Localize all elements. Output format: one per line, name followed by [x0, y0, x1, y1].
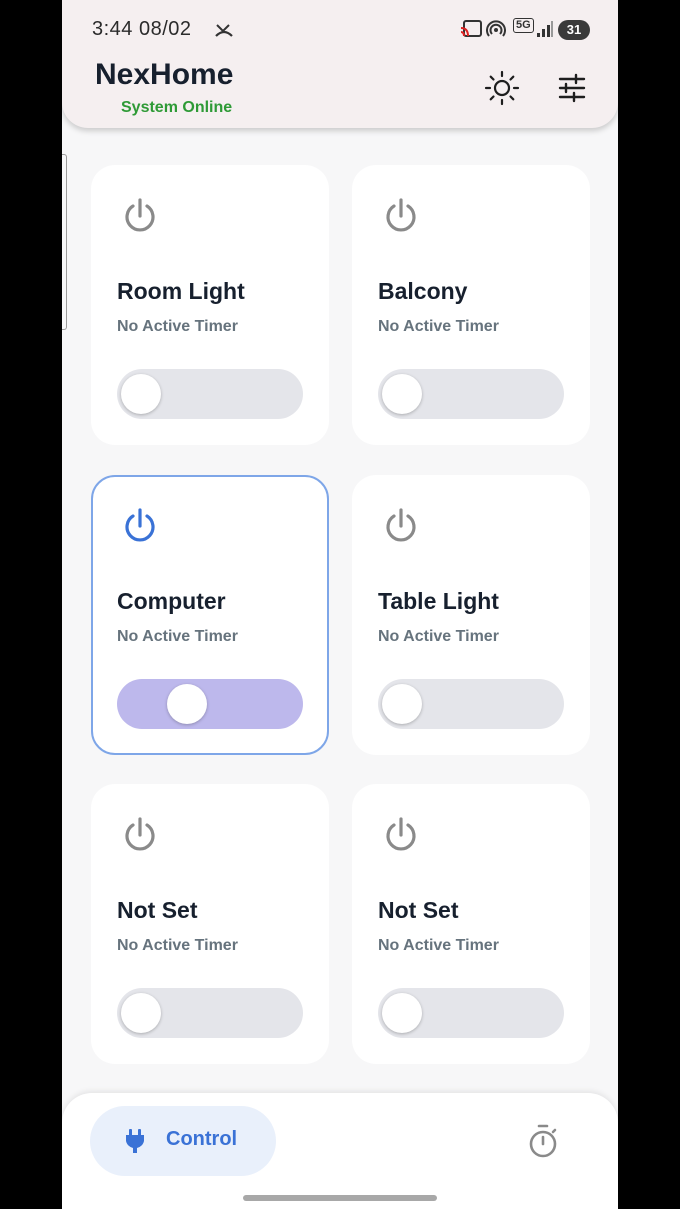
- device-power-toggle[interactable]: [117, 679, 303, 729]
- device-timer-status: No Active Timer: [117, 937, 238, 954]
- power-icon[interactable]: [382, 197, 420, 235]
- power-icon[interactable]: [121, 816, 159, 854]
- network-type: 5G: [513, 18, 534, 33]
- device-power-toggle[interactable]: [378, 369, 564, 419]
- device-name: Not Set: [117, 897, 198, 923]
- device-name: Room Light: [117, 278, 245, 304]
- device-timer-status: No Active Timer: [378, 937, 499, 954]
- nav-tab-control[interactable]: Control: [90, 1106, 276, 1176]
- status-time: 3:44 08/02: [92, 18, 192, 41]
- device-card: Computer No Active Timer: [91, 475, 329, 755]
- missed-call-icon: [215, 24, 233, 37]
- device-name: Balcony: [378, 278, 468, 304]
- edge-handle[interactable]: [62, 154, 67, 330]
- power-icon[interactable]: [121, 197, 159, 235]
- power-icon[interactable]: [121, 507, 159, 545]
- toggle-knob[interactable]: [121, 374, 161, 414]
- toggle-knob[interactable]: [382, 684, 422, 724]
- status-date: 08/02: [139, 18, 192, 40]
- stopwatch-icon[interactable]: [527, 1124, 559, 1160]
- device-name: Not Set: [378, 897, 459, 923]
- toggle-knob[interactable]: [121, 993, 161, 1033]
- device-timer-status: No Active Timer: [117, 318, 238, 335]
- battery-indicator: 31: [558, 20, 590, 40]
- theme-toggle-sun-icon[interactable]: [484, 70, 520, 106]
- phone-screen: 3:44 08/02 5G 31 NexHome System Online R…: [62, 0, 618, 1209]
- nav-tab-control-label: Control: [166, 1128, 238, 1150]
- device-timer-status: No Active Timer: [378, 628, 499, 645]
- device-timer-status: No Active Timer: [117, 628, 238, 645]
- device-card: Not Set No Active Timer: [352, 784, 590, 1064]
- device-power-toggle[interactable]: [378, 679, 564, 729]
- device-card: Room Light No Active Timer: [91, 165, 329, 445]
- device-card: Balcony No Active Timer: [352, 165, 590, 445]
- device-power-toggle[interactable]: [378, 988, 564, 1038]
- bottom-navigation: Control: [62, 1093, 618, 1209]
- toggle-knob[interactable]: [167, 684, 207, 724]
- app-title: NexHome: [95, 58, 234, 91]
- hotspot-icon: [486, 20, 506, 37]
- device-card: Not Set No Active Timer: [91, 784, 329, 1064]
- power-icon[interactable]: [382, 507, 420, 545]
- device-power-toggle[interactable]: [117, 988, 303, 1038]
- device-name: Table Light: [378, 588, 499, 614]
- device-timer-status: No Active Timer: [378, 318, 499, 335]
- signal-icon: [537, 21, 553, 37]
- device-power-toggle[interactable]: [117, 369, 303, 419]
- cast-icon: [460, 20, 482, 37]
- home-indicator[interactable]: [243, 1195, 437, 1201]
- power-icon[interactable]: [382, 816, 420, 854]
- settings-sliders-icon[interactable]: [554, 70, 590, 106]
- toggle-knob[interactable]: [382, 993, 422, 1033]
- system-status: System Online: [121, 99, 233, 116]
- status-bar: 3:44 08/02 5G 31: [62, 0, 618, 58]
- device-card: Table Light No Active Timer: [352, 475, 590, 755]
- device-name: Computer: [117, 588, 226, 614]
- app-header: 3:44 08/02 5G 31 NexHome System Online: [62, 0, 618, 128]
- plug-icon: [126, 1129, 144, 1153]
- status-clock: 3:44: [92, 18, 133, 40]
- toggle-knob[interactable]: [382, 374, 422, 414]
